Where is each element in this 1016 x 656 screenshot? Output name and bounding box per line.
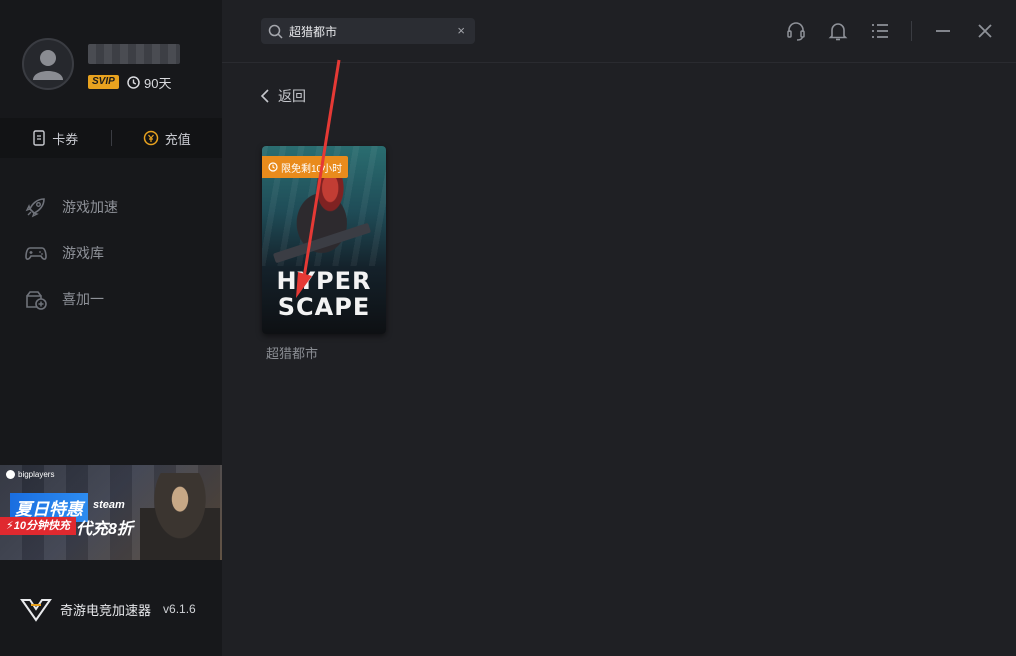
sidebar-item-label: 喜加一 bbox=[62, 291, 104, 307]
headset-icon bbox=[787, 22, 805, 41]
sidebar-item-game-boost[interactable]: 游戏加速 bbox=[0, 184, 222, 230]
window-controls bbox=[785, 20, 996, 42]
notifications-button[interactable] bbox=[827, 20, 849, 42]
controls-divider bbox=[911, 21, 912, 41]
sidebar-item-game-library[interactable]: 游戏库 bbox=[0, 230, 222, 276]
sidebar-item-label: 游戏库 bbox=[62, 245, 104, 261]
banner-character-art bbox=[140, 473, 220, 560]
game-card[interactable]: 限免剩10小时 HYPER SCAPE bbox=[262, 146, 386, 334]
vip-badge: SVIP bbox=[88, 75, 119, 89]
sidebar-item-free-games[interactable]: 喜加一 bbox=[0, 276, 222, 322]
support-button[interactable] bbox=[785, 20, 807, 42]
app-version: v6.1.6 bbox=[163, 602, 196, 616]
clear-search-button[interactable]: × bbox=[457, 23, 465, 38]
bigplayers-logo-icon bbox=[6, 470, 15, 479]
banner-fast-label: 10分钟快充 bbox=[13, 520, 70, 532]
close-icon bbox=[978, 24, 992, 38]
username-redacted bbox=[88, 44, 180, 64]
chevron-left-icon bbox=[260, 89, 269, 103]
membership-days: 90天 bbox=[127, 73, 171, 92]
sidebar-item-label: 游戏加速 bbox=[62, 199, 118, 215]
recharge-label: 充值 bbox=[164, 131, 191, 147]
banner-discount: 代充8折 bbox=[76, 521, 133, 538]
banner-brand-label: bigplayers bbox=[18, 470, 55, 479]
gift-plus-icon bbox=[26, 291, 47, 310]
back-label: 返回 bbox=[278, 88, 306, 104]
game-title-art: HYPER SCAPE bbox=[262, 268, 386, 320]
title-art-line-1: HYPER bbox=[276, 267, 372, 295]
search-input[interactable] bbox=[287, 23, 451, 39]
wallet-bar: 卡券 充值 bbox=[0, 118, 222, 158]
minimize-icon bbox=[936, 30, 950, 32]
banner-fast-recharge: ⚡10分钟快充 bbox=[0, 517, 76, 535]
app-name: 奇游电竞加速器 bbox=[60, 602, 152, 618]
days-label: 90天 bbox=[144, 76, 172, 91]
minimize-button[interactable] bbox=[932, 20, 954, 42]
recharge-button[interactable]: 充值 bbox=[112, 129, 223, 148]
clock-icon bbox=[127, 76, 140, 89]
rocket-icon bbox=[25, 198, 45, 218]
avatar[interactable] bbox=[22, 38, 74, 90]
sidebar-nav: 游戏加速 游戏库 喜加一 bbox=[0, 184, 222, 322]
back-button[interactable]: 返回 bbox=[260, 86, 306, 106]
close-button[interactable] bbox=[974, 20, 996, 42]
coupon-icon bbox=[33, 130, 45, 146]
game-name[interactable]: 超猎都市 bbox=[266, 343, 318, 362]
menu-button[interactable] bbox=[869, 20, 891, 42]
top-bar: × bbox=[222, 0, 1016, 63]
promo-banner[interactable]: bigplayers 夏日特惠 steam ⚡10分钟快充 代充8折 bbox=[0, 465, 222, 560]
coupons-label: 卡券 bbox=[52, 131, 79, 147]
banner-brand: bigplayers bbox=[6, 470, 54, 479]
limited-free-badge: 限免剩10小时 bbox=[262, 156, 349, 178]
search-box[interactable]: × bbox=[261, 18, 475, 44]
app-brand: 奇游电竞加速器 v6.1.6 bbox=[20, 596, 196, 622]
bell-icon bbox=[828, 23, 848, 41]
coin-icon bbox=[143, 130, 158, 146]
user-icon bbox=[33, 50, 63, 80]
gamepad-icon bbox=[25, 247, 47, 260]
title-art-line-2: SCAPE bbox=[277, 293, 371, 321]
app-logo-icon bbox=[20, 599, 52, 622]
timer-icon bbox=[268, 162, 278, 172]
sidebar: SVIP 90天 卡券 充值 游戏加速 游戏库 喜加一 bigplayers 夏… bbox=[0, 0, 222, 656]
list-menu-icon bbox=[872, 24, 888, 38]
banner-platform: steam bbox=[93, 499, 125, 511]
coupons-button[interactable]: 卡券 bbox=[0, 129, 111, 148]
badge-label: 限免剩10小时 bbox=[281, 163, 343, 175]
search-icon bbox=[268, 24, 283, 39]
